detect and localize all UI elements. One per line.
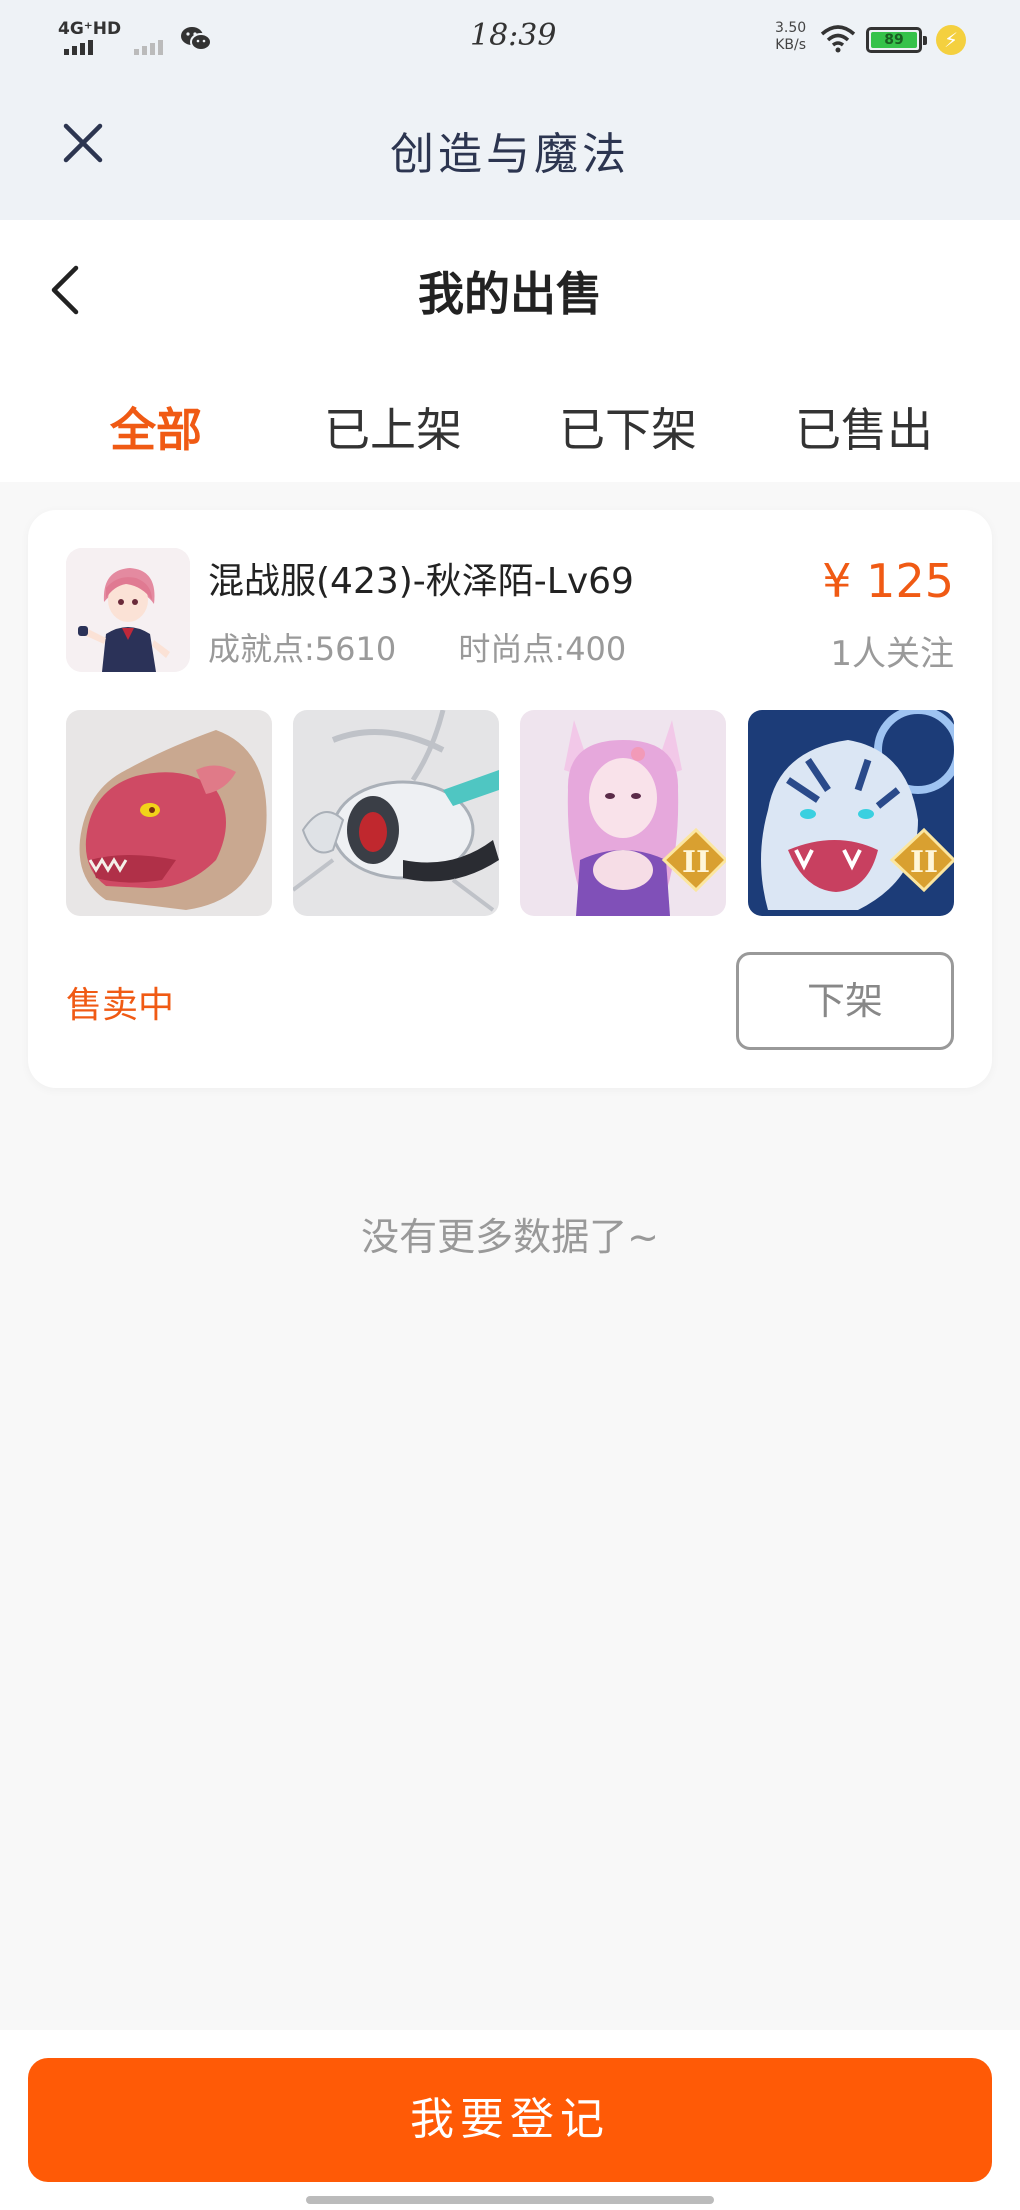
- tab-sold[interactable]: 已售出: [746, 380, 982, 480]
- register-button[interactable]: 我要登记: [28, 2058, 992, 2182]
- speed-unit: KB/s: [775, 37, 806, 53]
- fashion-points: 时尚点:400: [458, 630, 627, 668]
- home-indicator[interactable]: [306, 2196, 714, 2204]
- achievement-points: 成就点:5610: [208, 630, 397, 668]
- tab-bar: 全部 已上架 已下架 已售出: [0, 380, 1020, 480]
- thumbnail-dragon-mount[interactable]: [66, 710, 272, 916]
- signal-secondary-icon: [134, 40, 163, 55]
- tab-delisted[interactable]: 已下架: [510, 380, 746, 480]
- network-speed: 3.50 KB/s: [775, 20, 806, 54]
- battery-icon: 89: [866, 27, 927, 53]
- clock: 18:39: [470, 18, 557, 53]
- delist-button[interactable]: 下架: [736, 952, 954, 1050]
- listing-status: 售卖中: [66, 985, 175, 1026]
- speed-value: 3.50: [775, 20, 807, 36]
- wechat-icon: [181, 27, 212, 51]
- status-bar: 4G⁺HD 18:39 3.50 KB/s 89 ⚡: [0, 0, 1020, 75]
- listing-stats: 成就点:5610 时尚点:400: [208, 624, 678, 670]
- page-header: 我的出售 全部 已上架 已下架 已售出: [0, 220, 1020, 482]
- signal-icon: [64, 40, 93, 55]
- follower-count: 1人关注: [830, 634, 954, 674]
- tab-all[interactable]: 全部: [38, 380, 274, 480]
- no-more-data-text: 没有更多数据了~: [361, 1215, 659, 1259]
- tab-listed[interactable]: 已上架: [275, 380, 511, 480]
- thumbnail-fox-girl-skin[interactable]: II: [520, 710, 726, 916]
- listing-card[interactable]: 混战服(423)-秋泽陌-Lv69 成就点:5610 时尚点:400 ¥ 125…: [28, 510, 992, 1088]
- webview-title: 创造与魔法: [390, 129, 630, 180]
- page-title: 我的出售: [418, 267, 602, 321]
- network-indicator: 4G⁺HD: [58, 19, 122, 39]
- tier-badge: II: [682, 845, 710, 880]
- tier-badge: II: [910, 845, 938, 880]
- price: ¥ 125: [822, 554, 954, 608]
- wifi-icon: [820, 25, 856, 53]
- top-area: 4G⁺HD 18:39 3.50 KB/s 89 ⚡ 创造与魔法: [0, 0, 1020, 220]
- charging-icon: ⚡: [936, 25, 966, 55]
- character-avatar[interactable]: [66, 548, 190, 672]
- thumbnail-ice-tiger-mount[interactable]: II: [748, 710, 954, 916]
- battery-level: 89: [871, 32, 917, 48]
- thumbnail-mecha-mount[interactable]: [293, 710, 499, 916]
- listing-title[interactable]: 混战服(423)-秋泽陌-Lv69: [208, 552, 634, 604]
- bottom-bar: 我要登记: [0, 2030, 1020, 2210]
- item-thumbnails: II II: [66, 710, 954, 916]
